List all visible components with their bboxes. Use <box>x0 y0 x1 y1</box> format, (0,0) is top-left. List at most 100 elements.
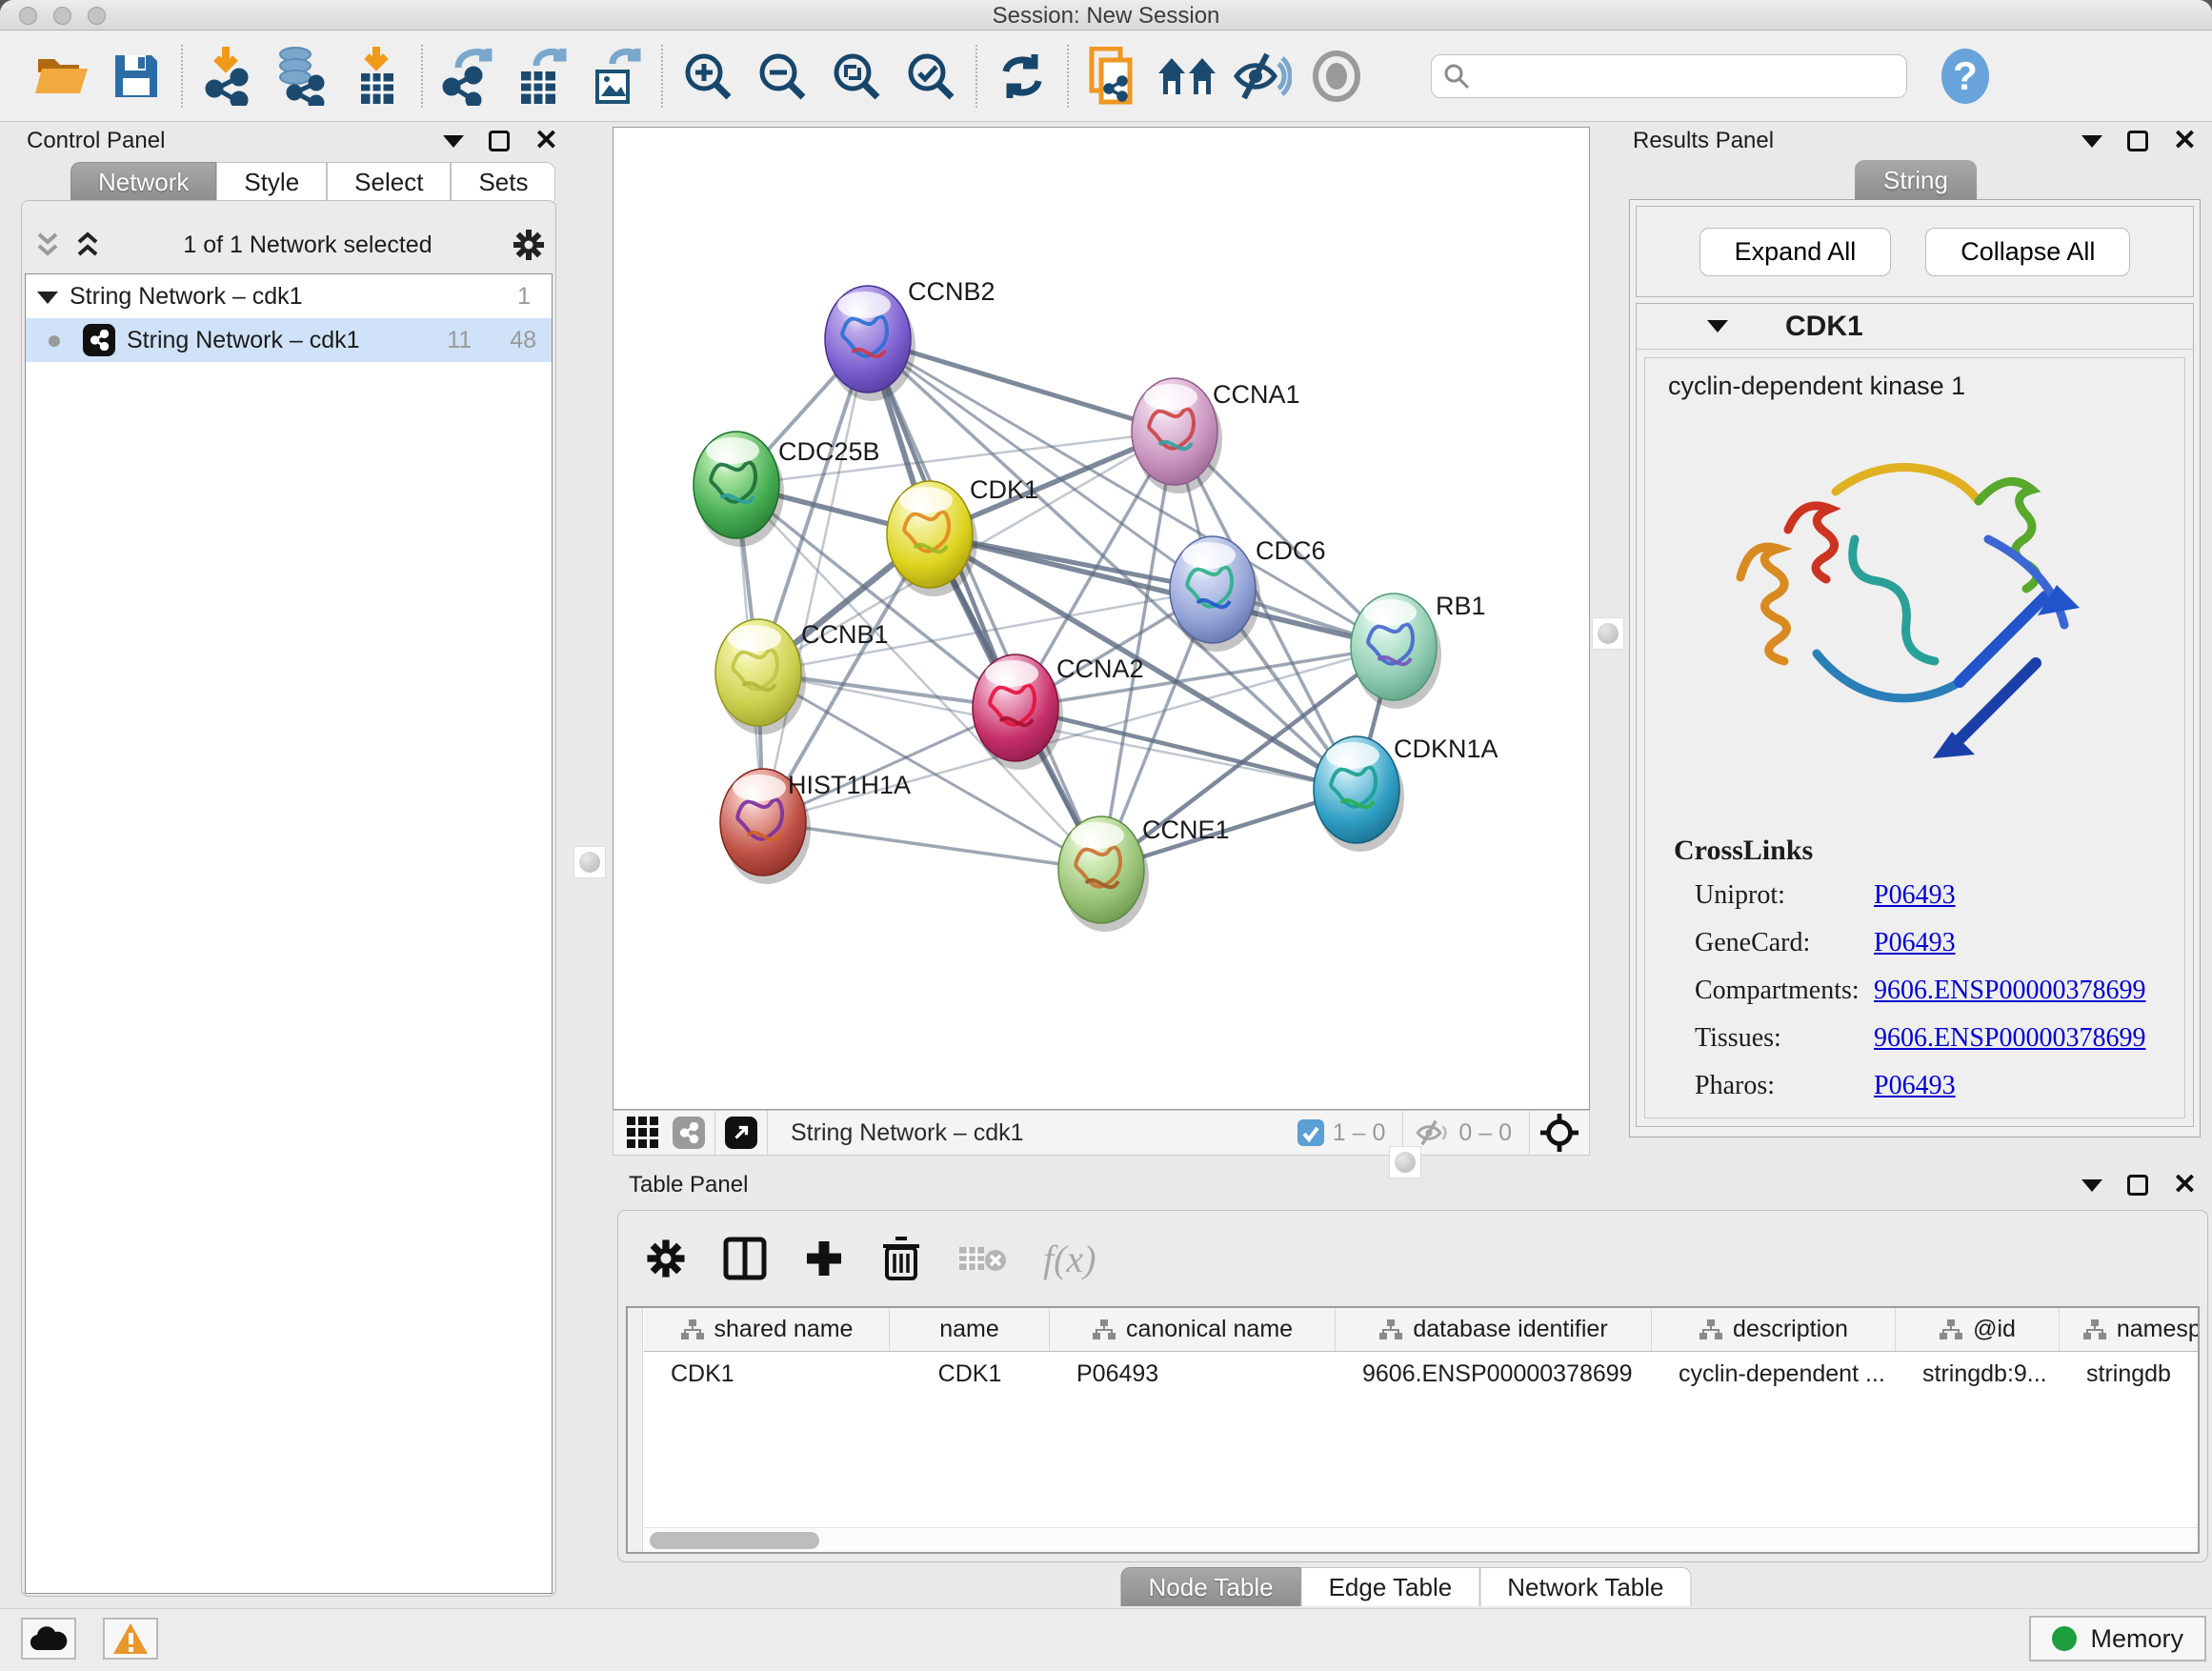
column-header--id[interactable]: @id <box>1896 1308 2060 1351</box>
close-panel-icon[interactable]: ✕ <box>2173 1175 2197 1196</box>
export-network-button[interactable] <box>431 39 505 113</box>
collapse-all-icon[interactable] <box>31 229 64 261</box>
panel-menu-icon[interactable] <box>2081 1179 2102 1192</box>
network-row[interactable]: ● String Network – cdk1 11 48 <box>26 318 552 362</box>
add-column-icon[interactable] <box>803 1238 845 1279</box>
refresh-button[interactable] <box>985 39 1059 113</box>
table-cell[interactable]: 9606.ENSP00000378699 <box>1336 1360 1652 1388</box>
show-all-button[interactable] <box>1299 39 1374 113</box>
column-header-description[interactable]: description <box>1652 1308 1896 1351</box>
table-cell[interactable]: cyclin-dependent ... <box>1652 1360 1896 1388</box>
selected-nodes-checkbox-icon[interactable] <box>1297 1118 1325 1147</box>
node-CCNB2[interactable] <box>825 286 915 401</box>
save-session-button[interactable] <box>99 39 173 113</box>
zoom-out-button[interactable] <box>745 39 819 113</box>
uniprot-link[interactable]: P06493 <box>1874 880 1956 911</box>
export-image-button[interactable] <box>579 39 654 113</box>
network-view-icon[interactable] <box>673 1117 705 1149</box>
cloud-status-button[interactable] <box>21 1618 76 1660</box>
collapse-all-button[interactable]: Collapse All <box>1925 228 2130 276</box>
table-cell[interactable]: CDK1 <box>890 1360 1050 1388</box>
tab-select[interactable]: Select <box>327 162 451 201</box>
birdseye-toggle-button[interactable] <box>1151 39 1225 113</box>
node-CDC6[interactable] <box>1170 536 1260 652</box>
tab-network[interactable]: Network <box>70 162 216 201</box>
node-CCNE1[interactable] <box>1058 816 1149 932</box>
help-button[interactable]: ? <box>1928 39 2002 113</box>
expand-all-icon[interactable] <box>71 229 104 261</box>
node-table[interactable]: shared namenamecanonical namedatabase id… <box>626 1306 2200 1554</box>
node-CDK1[interactable] <box>887 481 977 596</box>
gene-card-header[interactable]: CDK1 <box>1637 304 2193 350</box>
tab-edge-table[interactable]: Edge Table <box>1301 1567 1480 1606</box>
genecard-link[interactable]: P06493 <box>1874 928 1956 958</box>
delete-trash-icon[interactable] <box>881 1237 921 1280</box>
node-CCNA2[interactable] <box>973 654 1063 770</box>
column-header-shared-name[interactable]: shared name <box>644 1308 890 1351</box>
hidden-eye-icon[interactable] <box>1413 1117 1451 1148</box>
memory-button[interactable]: Memory <box>2029 1616 2206 1661</box>
table-cell[interactable]: P06493 <box>1050 1360 1336 1388</box>
column-header-namespace[interactable]: namespace <box>2060 1308 2200 1351</box>
table-cell[interactable]: stringdb:9... <box>1896 1360 2060 1388</box>
edge-CCNB2-HIST1H1A[interactable] <box>763 339 868 822</box>
open-session-button[interactable] <box>25 39 99 113</box>
tab-sets[interactable]: Sets <box>451 162 555 201</box>
panel-menu-icon[interactable] <box>443 135 464 148</box>
node-CCNB1[interactable] <box>715 619 806 735</box>
expand-all-button[interactable]: Expand All <box>1699 228 1892 276</box>
compartments-link[interactable]: 9606.ENSP00000378699 <box>1874 976 2145 1006</box>
tissues-link[interactable]: 9606.ENSP00000378699 <box>1874 1023 2145 1054</box>
table-cell[interactable]: stringdb <box>2060 1360 2200 1388</box>
table-horizontal-scrollbar[interactable] <box>644 1527 2198 1552</box>
table-cell[interactable]: CDK1 <box>644 1360 890 1388</box>
import-table-button[interactable] <box>339 39 413 113</box>
duplicate-network-button[interactable] <box>1076 39 1151 113</box>
tab-node-table[interactable]: Node Table <box>1121 1567 1301 1606</box>
network-collection-row[interactable]: String Network – cdk1 1 <box>26 274 552 318</box>
close-panel-icon[interactable]: ✕ <box>534 131 558 151</box>
column-header-canonical-name[interactable]: canonical name <box>1050 1308 1336 1351</box>
column-header-name[interactable]: name <box>890 1308 1050 1351</box>
zoom-in-button[interactable] <box>671 39 745 113</box>
edge-CCNE1-HIST1H1A[interactable] <box>763 822 1101 870</box>
tab-string[interactable]: String <box>1855 160 1977 200</box>
node-RB1[interactable] <box>1351 594 1441 709</box>
column-type-icon <box>1939 1319 1963 1341</box>
column-header-database-identifier[interactable]: database identifier <box>1336 1308 1652 1351</box>
tab-style[interactable]: Style <box>216 162 327 201</box>
zoom-selected-button[interactable] <box>894 39 968 113</box>
tree-expand-icon[interactable] <box>37 292 58 304</box>
float-panel-icon[interactable] <box>2127 1175 2148 1196</box>
float-panel-icon[interactable] <box>2127 131 2148 151</box>
collapse-gene-icon[interactable] <box>1707 320 1728 332</box>
gray-eye-icon <box>1311 50 1362 102</box>
close-panel-icon[interactable]: ✕ <box>2173 131 2197 151</box>
warnings-button[interactable] <box>103 1618 158 1660</box>
table-options-gear-icon[interactable] <box>645 1238 687 1279</box>
export-table-button[interactable] <box>505 39 579 113</box>
detach-view-icon[interactable] <box>725 1117 757 1149</box>
zoom-fit-button[interactable] <box>819 39 894 113</box>
search-input[interactable] <box>1479 63 1895 90</box>
table-vertical-scrollbar[interactable] <box>628 1308 643 1552</box>
grid-view-icon[interactable] <box>627 1117 659 1149</box>
node-CDKN1A[interactable] <box>1314 736 1404 852</box>
scrollbar-thumb[interactable] <box>650 1532 819 1549</box>
string-network-graph[interactable]: CCNB2CCNA1CDC25BCDK1CDC6RB1CCNB1CCNA2CDK… <box>613 128 1589 1109</box>
network-canvas[interactable]: CCNB2CCNA1CDC25BCDK1CDC6RB1CCNB1CCNA2CDK… <box>613 127 1590 1110</box>
import-database-button[interactable] <box>265 39 339 113</box>
search-box[interactable] <box>1431 54 1907 98</box>
pharos-link[interactable]: P06493 <box>1874 1071 1956 1101</box>
left-splitter-handle[interactable] <box>573 846 606 878</box>
table-row[interactable]: CDK1CDK1P064939606.ENSP00000378699cyclin… <box>644 1352 2200 1396</box>
hide-selected-button[interactable] <box>1225 39 1299 113</box>
tab-network-table[interactable]: Network Table <box>1479 1567 1691 1606</box>
show-columns-icon[interactable] <box>723 1237 767 1280</box>
import-network-button[interactable] <box>191 39 265 113</box>
network-options-gear-icon[interactable] <box>512 228 546 262</box>
selection-mode-crosshair-icon[interactable] <box>1539 1113 1579 1153</box>
float-panel-icon[interactable] <box>489 131 510 151</box>
node-CCNA1[interactable] <box>1132 378 1222 493</box>
panel-menu-icon[interactable] <box>2081 135 2102 148</box>
